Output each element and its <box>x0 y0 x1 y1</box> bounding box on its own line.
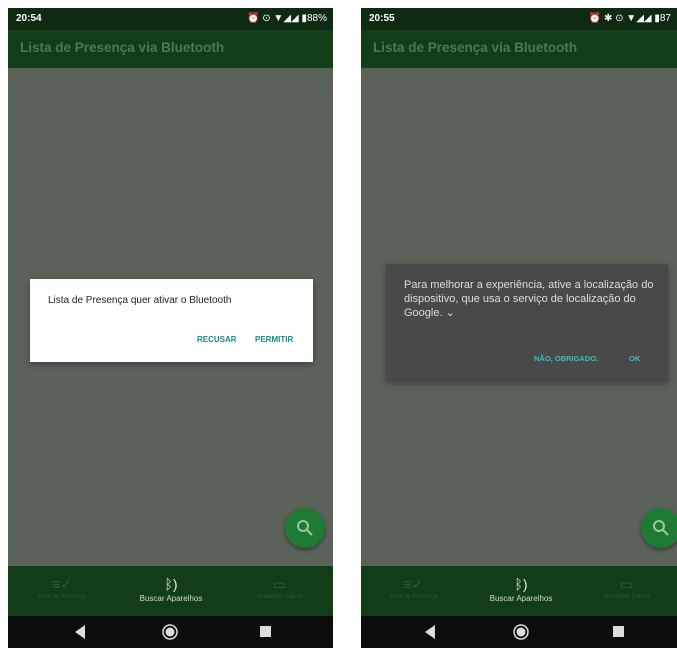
deny-button[interactable]: RECUSAR <box>197 335 237 344</box>
bluetooth-permission-dialog: Lista de Presença quer ativar o Bluetoot… <box>30 279 313 362</box>
nav-item-buscar[interactable]: ᛒ) Buscar Aparelhos <box>116 566 226 616</box>
nav-item-lista[interactable]: ≡✓ Lista de Presença <box>8 566 116 616</box>
search-icon <box>297 520 313 536</box>
nav-label: Aparelhos Salvos <box>603 594 650 600</box>
location-permission-dialog: Para melhorar a experiência, ative a loc… <box>386 264 668 381</box>
back-icon[interactable] <box>423 624 437 640</box>
ok-button[interactable]: OK <box>629 354 640 363</box>
list-check-icon: ≡✓ <box>403 576 424 592</box>
bottom-navigation: ≡✓ Lista de Presença ᛒ) Buscar Aparelhos… <box>8 566 333 616</box>
dialog-message: Para melhorar a experiência, ative a loc… <box>404 279 654 319</box>
system-navigation-bar <box>361 616 677 648</box>
recents-icon[interactable] <box>611 624 625 640</box>
saved-devices-icon: ▭ <box>272 576 287 592</box>
nav-item-lista[interactable]: ≡✓ Lista de Presença <box>361 566 466 616</box>
search-fab[interactable] <box>285 508 325 548</box>
home-icon[interactable] <box>162 624 178 640</box>
status-icons: ⏰ ✱ ⊙ ▼◢◢ ▮87 <box>588 13 671 24</box>
search-fab[interactable] <box>641 508 677 548</box>
status-icons: ⏰ ⊙ ▼◢◢ ▮88% <box>247 13 327 24</box>
nav-label: Lista de Presença <box>37 594 87 600</box>
app-bar: Lista de Presença via Bluetooth <box>8 30 333 68</box>
phone-screen-2: 20:55 ⏰ ✱ ⊙ ▼◢◢ ▮87 Lista de Presença vi… <box>361 8 677 648</box>
home-icon[interactable] <box>513 624 529 640</box>
phone-screen-1: 20:54 ⏰ ⊙ ▼◢◢ ▮88% Lista de Presença via… <box>8 8 333 648</box>
saved-devices-icon: ▭ <box>619 576 634 592</box>
status-bar: 20:55 ⏰ ✱ ⊙ ▼◢◢ ▮87 <box>361 8 677 30</box>
status-bar: 20:54 ⏰ ⊙ ▼◢◢ ▮88% <box>8 8 333 30</box>
recents-icon[interactable] <box>258 624 272 640</box>
allow-button[interactable]: PERMITIR <box>255 335 293 344</box>
no-thanks-button[interactable]: NÃO, OBRIGADO. <box>534 354 598 363</box>
nav-item-buscar[interactable]: ᛒ) Buscar Aparelhos <box>466 566 576 616</box>
app-bar: Lista de Presença via Bluetooth <box>361 30 677 68</box>
list-check-icon: ≡✓ <box>52 576 72 592</box>
bluetooth-search-icon: ᛒ) <box>164 576 178 592</box>
nav-item-salvos[interactable]: ▭ Aparelhos Salvos <box>576 566 677 616</box>
status-time: 20:55 <box>369 13 395 24</box>
nav-label: Lista de Presença <box>389 594 438 600</box>
dialog-message: Lista de Presença quer ativar o Bluetoot… <box>48 295 232 306</box>
system-navigation-bar <box>8 616 333 648</box>
bottom-navigation: ≡✓ Lista de Presença ᛒ) Buscar Aparelhos… <box>361 566 677 616</box>
search-icon <box>653 520 669 536</box>
nav-item-salvos[interactable]: ▭ Aparelhos Salvos <box>226 566 333 616</box>
back-icon[interactable] <box>73 624 87 640</box>
bluetooth-search-icon: ᛒ) <box>514 576 528 592</box>
nav-label: Buscar Aparelhos <box>139 594 203 603</box>
app-title: Lista de Presença via Bluetooth <box>373 40 578 55</box>
app-title: Lista de Presença via Bluetooth <box>20 40 225 55</box>
status-time: 20:54 <box>16 13 42 24</box>
nav-label: Aparelhos Salvos <box>256 594 303 600</box>
nav-label: Buscar Aparelhos <box>489 594 553 603</box>
